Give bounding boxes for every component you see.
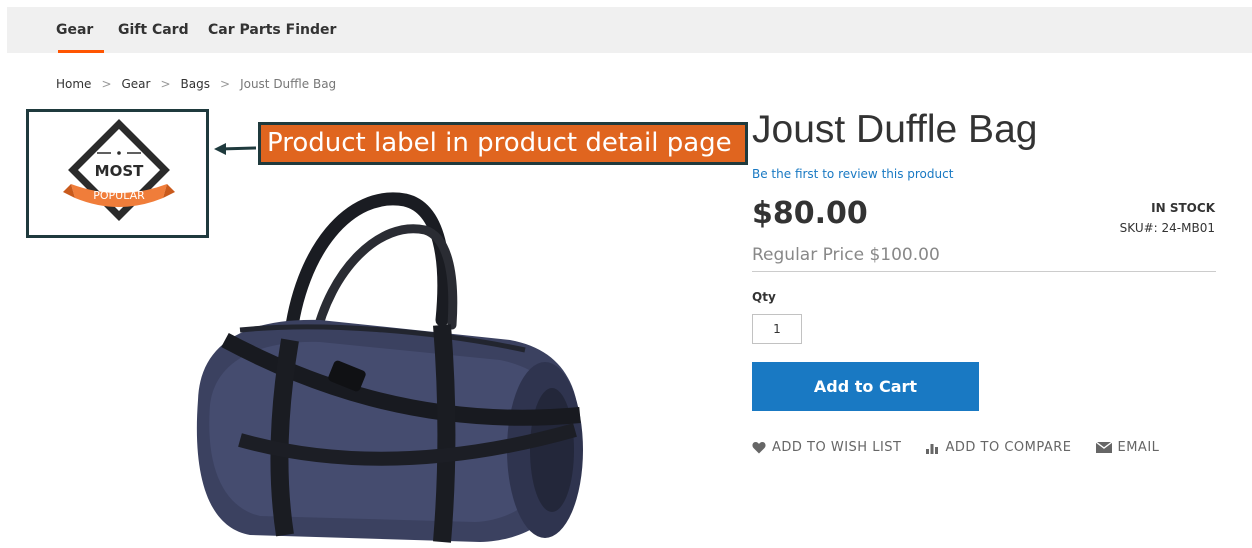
- breadcrumb-separator: >: [220, 77, 231, 91]
- add-to-compare-link[interactable]: ADD TO COMPARE: [925, 440, 1071, 455]
- badge-text-popular: POPULAR: [93, 189, 145, 202]
- breadcrumb-current: Joust Duffle Bag: [240, 77, 337, 91]
- divider: [752, 271, 1216, 272]
- wishlist-label: ADD TO WISH LIST: [772, 440, 902, 455]
- product-title: Joust Duffle Bag: [752, 108, 1038, 151]
- envelope-icon: [1095, 442, 1112, 453]
- badge-text-most: MOST: [95, 162, 144, 180]
- nav-item-car-parts-finder[interactable]: Car Parts Finder: [208, 22, 336, 38]
- product-image[interactable]: [180, 190, 600, 548]
- add-to-wishlist-link[interactable]: ADD TO WISH LIST: [752, 440, 901, 455]
- breadcrumb-home[interactable]: Home: [56, 77, 91, 91]
- breadcrumb-separator: >: [101, 77, 112, 91]
- top-navigation: Gear Gift Card Car Parts Finder: [7, 7, 1252, 53]
- email-link[interactable]: EMAIL: [1095, 440, 1160, 455]
- breadcrumb-bags[interactable]: Bags: [181, 77, 210, 91]
- bar-chart-icon: [926, 444, 939, 454]
- stock-status: IN STOCK: [1151, 201, 1215, 215]
- breadcrumb-gear[interactable]: Gear: [122, 77, 151, 91]
- review-link[interactable]: Be the first to review this product: [752, 167, 953, 181]
- annotation-callout: Product label in product detail page: [258, 122, 748, 165]
- breadcrumb: Home > Gear > Bags > Joust Duffle Bag: [56, 77, 336, 91]
- qty-label: Qty: [752, 290, 776, 304]
- arrow-left-icon: [214, 143, 256, 155]
- product-actions: ADD TO WISH LIST ADD TO COMPARE EMAIL: [752, 440, 1159, 455]
- nav-item-gift-card[interactable]: Gift Card: [118, 22, 189, 38]
- regular-price: Regular Price $100.00: [752, 245, 940, 265]
- qty-input[interactable]: [752, 314, 802, 344]
- nav-item-gear[interactable]: Gear: [56, 22, 93, 38]
- heart-icon: [752, 442, 766, 454]
- nav-active-indicator: [58, 50, 104, 53]
- email-label: EMAIL: [1117, 440, 1160, 455]
- add-to-cart-button[interactable]: Add to Cart: [752, 362, 979, 411]
- product-sku: SKU#: 24-MB01: [1119, 221, 1215, 235]
- compare-label: ADD TO COMPARE: [945, 440, 1072, 455]
- breadcrumb-separator: >: [160, 77, 171, 91]
- product-price: $80.00: [752, 196, 868, 231]
